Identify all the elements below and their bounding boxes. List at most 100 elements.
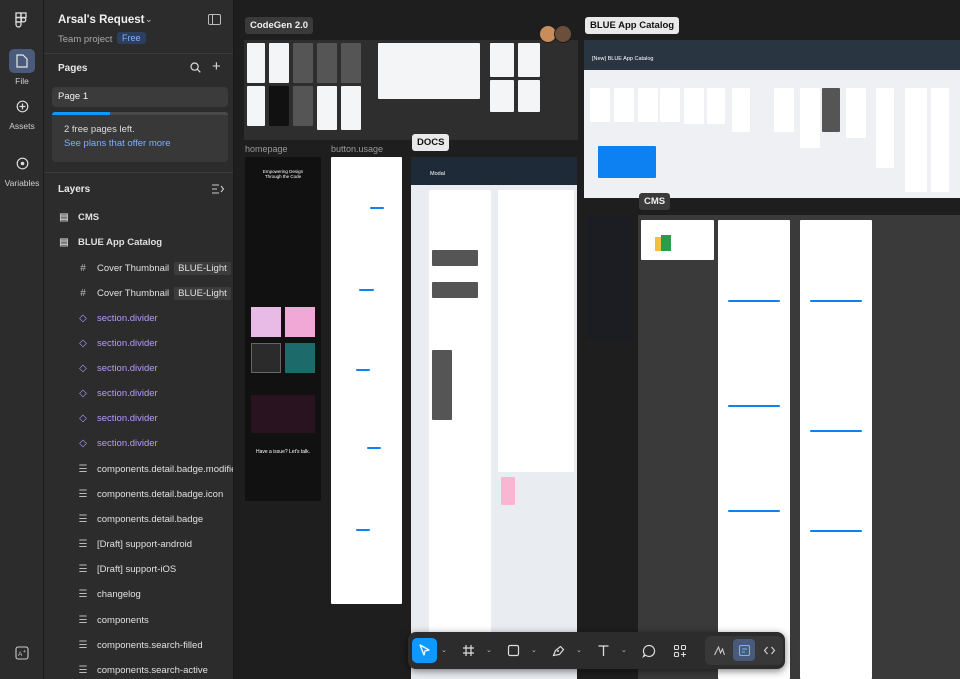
catalog-screen[interactable]	[774, 88, 794, 132]
chevron-down-icon[interactable]: ⌄	[441, 646, 447, 654]
layer-item[interactable]: ▤ CMS	[44, 205, 233, 229]
ai-icon[interactable]: A +	[15, 646, 29, 660]
layer-item[interactable]: ☰ [Draft] support-android	[44, 532, 233, 556]
catalog-screen[interactable]	[846, 88, 866, 138]
codegen-thumb[interactable]	[293, 86, 313, 126]
catalog-screen[interactable]	[822, 88, 840, 132]
catalog-card[interactable]	[614, 88, 634, 122]
cms-detail-frame[interactable]	[718, 220, 790, 679]
docs-label[interactable]: DOCS	[412, 134, 450, 151]
rail-file[interactable]: File	[0, 49, 44, 86]
layer-item[interactable]: ◇ section.divider	[44, 381, 233, 405]
layer-item[interactable]: ☰ components.detail.badge	[44, 507, 233, 531]
codegen-thumb[interactable]	[518, 43, 540, 77]
chevron-down-icon[interactable]: ⌄	[576, 646, 582, 654]
codegen-thumb[interactable]	[490, 43, 514, 77]
layer-label: Cover Thumbnail	[97, 262, 170, 274]
catalog-screen[interactable]	[684, 88, 704, 124]
homepage-frame[interactable]: Empowering Design Through the Code Have …	[245, 157, 321, 501]
layer-item[interactable]: ◇ section.divider	[44, 331, 233, 355]
codegen-thumb[interactable]	[341, 86, 361, 130]
comment-tool[interactable]	[636, 638, 661, 663]
docs-sticky-note[interactable]	[501, 477, 515, 505]
rail-assets[interactable]: Assets	[0, 94, 44, 131]
layer-item[interactable]: ▤ BLUE App Catalog	[44, 230, 233, 254]
codegen-thumb[interactable]	[317, 43, 337, 83]
codegen-label[interactable]: CodeGen 2.0	[245, 17, 314, 34]
chevron-down-icon[interactable]: ⌄	[621, 646, 627, 654]
codegen-thumb[interactable]	[341, 43, 361, 83]
cms-dark-frame[interactable]	[586, 215, 632, 340]
codegen-thumb[interactable]	[247, 86, 265, 126]
layer-item[interactable]: ◇ section.divider	[44, 406, 233, 430]
cms-card[interactable]	[641, 220, 714, 260]
catalog-screen[interactable]	[876, 88, 894, 168]
layer-item[interactable]: ☰ [Draft] support-iOS	[44, 557, 233, 581]
catalog-card[interactable]	[638, 88, 658, 122]
cms-label[interactable]: CMS	[639, 193, 671, 210]
comment-icon	[641, 644, 655, 658]
button-usage-caption[interactable]: button.usage	[331, 144, 383, 154]
layer-item[interactable]: ☰ components.search-filled	[44, 633, 233, 657]
dev-mode[interactable]	[758, 639, 780, 661]
frame-tool[interactable]	[456, 638, 481, 663]
cms-blue-bar	[728, 405, 780, 407]
button-usage-frame[interactable]	[331, 157, 402, 604]
layer-item[interactable]: ☰ changelog	[44, 582, 233, 606]
pages-limit-notice: 2 free pages left. See plans that offer …	[52, 112, 228, 162]
catalog-screen[interactable]	[732, 88, 750, 132]
layer-item[interactable]: ☰ components	[44, 608, 233, 632]
pen-tool[interactable]	[546, 638, 571, 663]
pen-icon	[552, 645, 565, 657]
chevron-down-icon[interactable]: ⌄	[145, 14, 153, 25]
blue-catalog-label[interactable]: BLUE App Catalog	[585, 17, 680, 34]
chevron-down-icon[interactable]: ⌄	[531, 646, 537, 654]
move-tool[interactable]	[412, 638, 437, 663]
file-title[interactable]: Arsal's Request	[58, 14, 144, 26]
homepage-caption[interactable]: homepage	[245, 144, 288, 154]
docs-page-title: Modal	[430, 171, 445, 177]
layer-item[interactable]: ◇ section.divider	[44, 431, 233, 455]
layer-item[interactable]: ◇ section.divider	[44, 356, 233, 380]
codegen-thumb[interactable]	[293, 43, 313, 83]
cms-detail-frame[interactable]	[800, 220, 872, 679]
chevron-down-icon[interactable]: ⌄	[486, 646, 492, 654]
avatar[interactable]	[554, 25, 572, 43]
layer-item[interactable]: # Cover Thumbnail BLUE-Light	[44, 256, 233, 280]
actions-tool[interactable]	[667, 638, 692, 663]
layer-item[interactable]: ☰ components.search-active	[44, 658, 233, 679]
layer-item[interactable]: ◇ section.divider	[44, 306, 233, 330]
catalog-hero-card[interactable]	[598, 146, 656, 178]
codegen-thumb[interactable]	[490, 80, 514, 112]
cms-section[interactable]	[638, 215, 960, 679]
codegen-thumb[interactable]	[269, 86, 289, 126]
catalog-screen[interactable]	[931, 88, 949, 192]
codegen-thumb[interactable]	[518, 80, 540, 112]
catalog-card[interactable]	[660, 88, 680, 122]
catalog-screen[interactable]	[707, 88, 725, 124]
search-icon[interactable]	[190, 62, 201, 73]
catalog-card[interactable]	[590, 88, 610, 122]
docs-frame[interactable]	[498, 190, 574, 472]
rail-variables[interactable]: Variables	[0, 151, 44, 188]
layer-item[interactable]: ☰ components.detail.badge.icon	[44, 482, 233, 506]
codegen-pricing-thumb[interactable]	[378, 43, 480, 99]
catalog-screen[interactable]	[800, 88, 820, 148]
layer-item[interactable]: # Cover Thumbnail BLUE-Light	[44, 281, 233, 305]
codegen-thumb[interactable]	[247, 43, 265, 83]
design-mode[interactable]	[733, 639, 755, 661]
page-item-page-1[interactable]: Page 1	[52, 87, 228, 107]
catalog-screen[interactable]	[905, 88, 927, 192]
sidebar-toggle-icon[interactable]	[208, 14, 221, 25]
figma-logo-icon[interactable]	[14, 12, 28, 28]
add-page-icon[interactable]: +	[212, 59, 221, 74]
shape-tool[interactable]	[501, 638, 526, 663]
collapse-layers-icon[interactable]	[212, 184, 224, 194]
text-tool[interactable]	[591, 638, 616, 663]
codegen-thumb[interactable]	[317, 86, 337, 130]
draw-mode[interactable]	[708, 639, 730, 661]
layer-item[interactable]: ☰ components.detail.badge.modifie	[44, 457, 233, 481]
see-plans-link[interactable]: See plans that offer more	[64, 138, 216, 149]
canvas[interactable]: CodeGen 2.0 BLUE App Catalog [New] BLUE …	[234, 0, 960, 679]
codegen-thumb[interactable]	[269, 43, 289, 83]
